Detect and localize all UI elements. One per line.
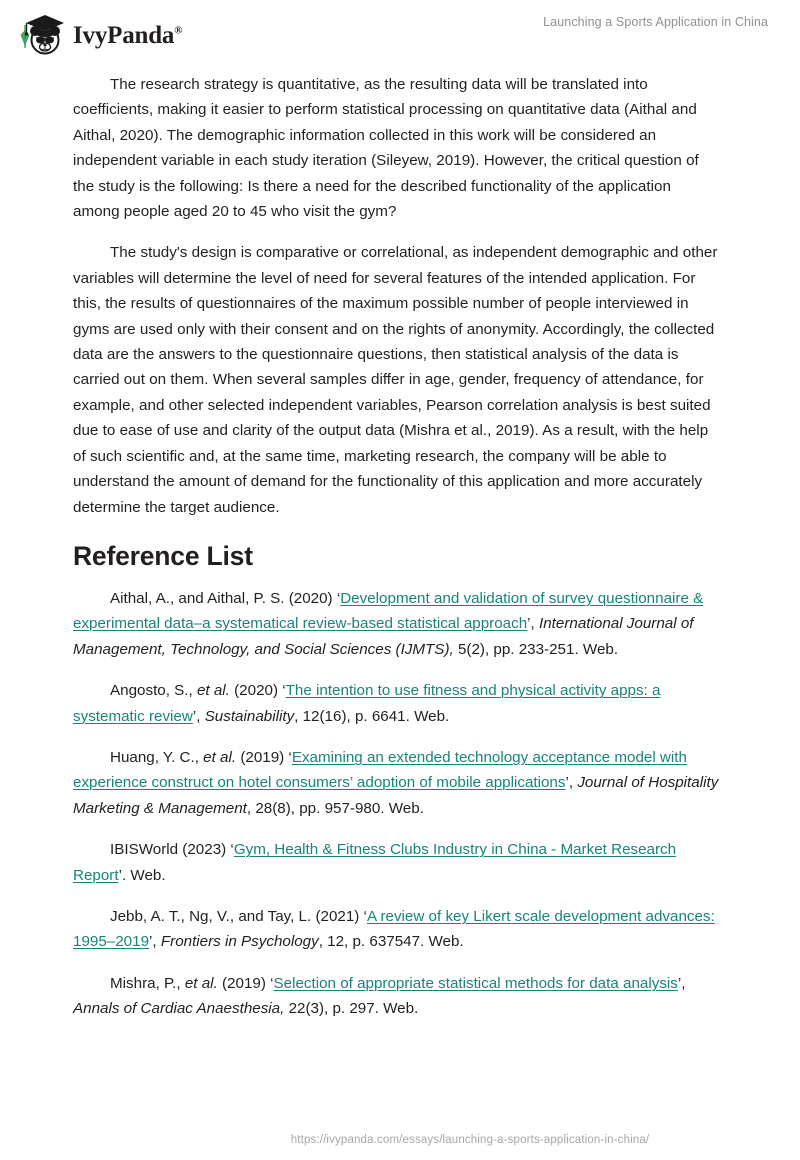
page-title: Reference List: [73, 540, 253, 571]
brand-logo-lockup[interactable]: IvyPanda®: [14, 11, 182, 57]
reference-after-link: ’,: [192, 707, 205, 725]
reference-prefix: Angosto, S.,: [110, 682, 197, 700]
reference-prefix: IBISWorld (2023) ‘: [110, 841, 234, 859]
reference-suffix: 5(2), pp. 233-251. Web.: [453, 640, 619, 658]
reference-mid: (2020) ‘: [229, 682, 286, 700]
reference-prefix: Huang, Y. C.,: [110, 748, 204, 766]
reference-journal: Frontiers in Psychology: [160, 933, 319, 951]
reference-prefix: Aithal, A., and Aithal, P. S. (2020) ‘: [110, 589, 341, 607]
panda-graduate-logo-icon: [20, 15, 64, 55]
reference-prefix: Mishra, P.,: [110, 974, 185, 992]
brand-wordmark: IvyPanda®: [73, 23, 182, 48]
reference-entry-aithal: Aithal, A., and Aithal, P. S. (2020) ‘De…: [73, 586, 721, 662]
reference-after-link: ’,: [527, 615, 539, 633]
registered-mark-icon: ®: [174, 24, 183, 37]
reference-suffix: , 12(16), p. 6641. Web.: [294, 707, 450, 725]
reference-after-link: ’,: [565, 774, 578, 792]
footer-source-url[interactable]: https://ivypanda.com/essays/launching-a-…: [291, 1134, 650, 1146]
reference-etal: et al.: [184, 974, 218, 992]
document-content: The research strategy is quantitative, a…: [73, 72, 721, 1022]
reference-journal: Annals of Cardiac Anaesthesia,: [73, 1000, 285, 1018]
page-header: IvyPanda® Launching a Sports Application…: [0, 0, 800, 62]
reference-suffix: , 28(8), pp. 957-980. Web.: [246, 799, 424, 817]
reference-after-link: ’. Web.: [118, 866, 166, 884]
reference-entry-mishra: Mishra, P., et al. (2019) ‘Selection of …: [73, 971, 721, 1022]
reference-link-mishra[interactable]: Selection of appropriate statistical met…: [274, 975, 678, 992]
brand-name-text: IvyPanda: [73, 21, 175, 49]
paragraph-research-strategy: The research strategy is quantitative, a…: [73, 76, 699, 221]
reference-mid: (2019) ‘: [236, 748, 292, 766]
reference-entry-jebb: Jebb, A. T., Ng, V., and Tay, L. (2021) …: [73, 904, 721, 955]
reference-entry-huang: Huang, Y. C., et al. (2019) ‘Examining a…: [73, 745, 721, 821]
reference-suffix: 22(3), p. 297. Web.: [284, 1000, 419, 1018]
reference-journal: Sustainability: [204, 707, 295, 725]
reference-entry-ibisworld: IBISWorld (2023) ‘Gym, Health & Fitness …: [73, 837, 721, 888]
paragraph-study-design: The study's design is comparative or cor…: [73, 244, 718, 516]
reference-etal: et al.: [196, 682, 230, 700]
reference-entry-angosto: Angosto, S., et al. (2020) ‘The intentio…: [73, 678, 721, 729]
reference-after-link: ’,: [677, 974, 686, 992]
reference-suffix: , 12, p. 637547. Web.: [318, 933, 464, 951]
document-title-header: Launching a Sports Application in China: [543, 15, 768, 29]
reference-prefix: Jebb, A. T., Ng, V., and Tay, L. (2021) …: [110, 907, 367, 925]
reference-after-link: ’,: [149, 933, 161, 951]
page-footer: https://ivypanda.com/essays/launching-a-…: [0, 1130, 800, 1148]
document-page: IvyPanda® Launching a Sports Application…: [0, 0, 800, 1160]
reference-mid: (2019) ‘: [217, 974, 274, 992]
reference-etal: et al.: [203, 748, 237, 766]
